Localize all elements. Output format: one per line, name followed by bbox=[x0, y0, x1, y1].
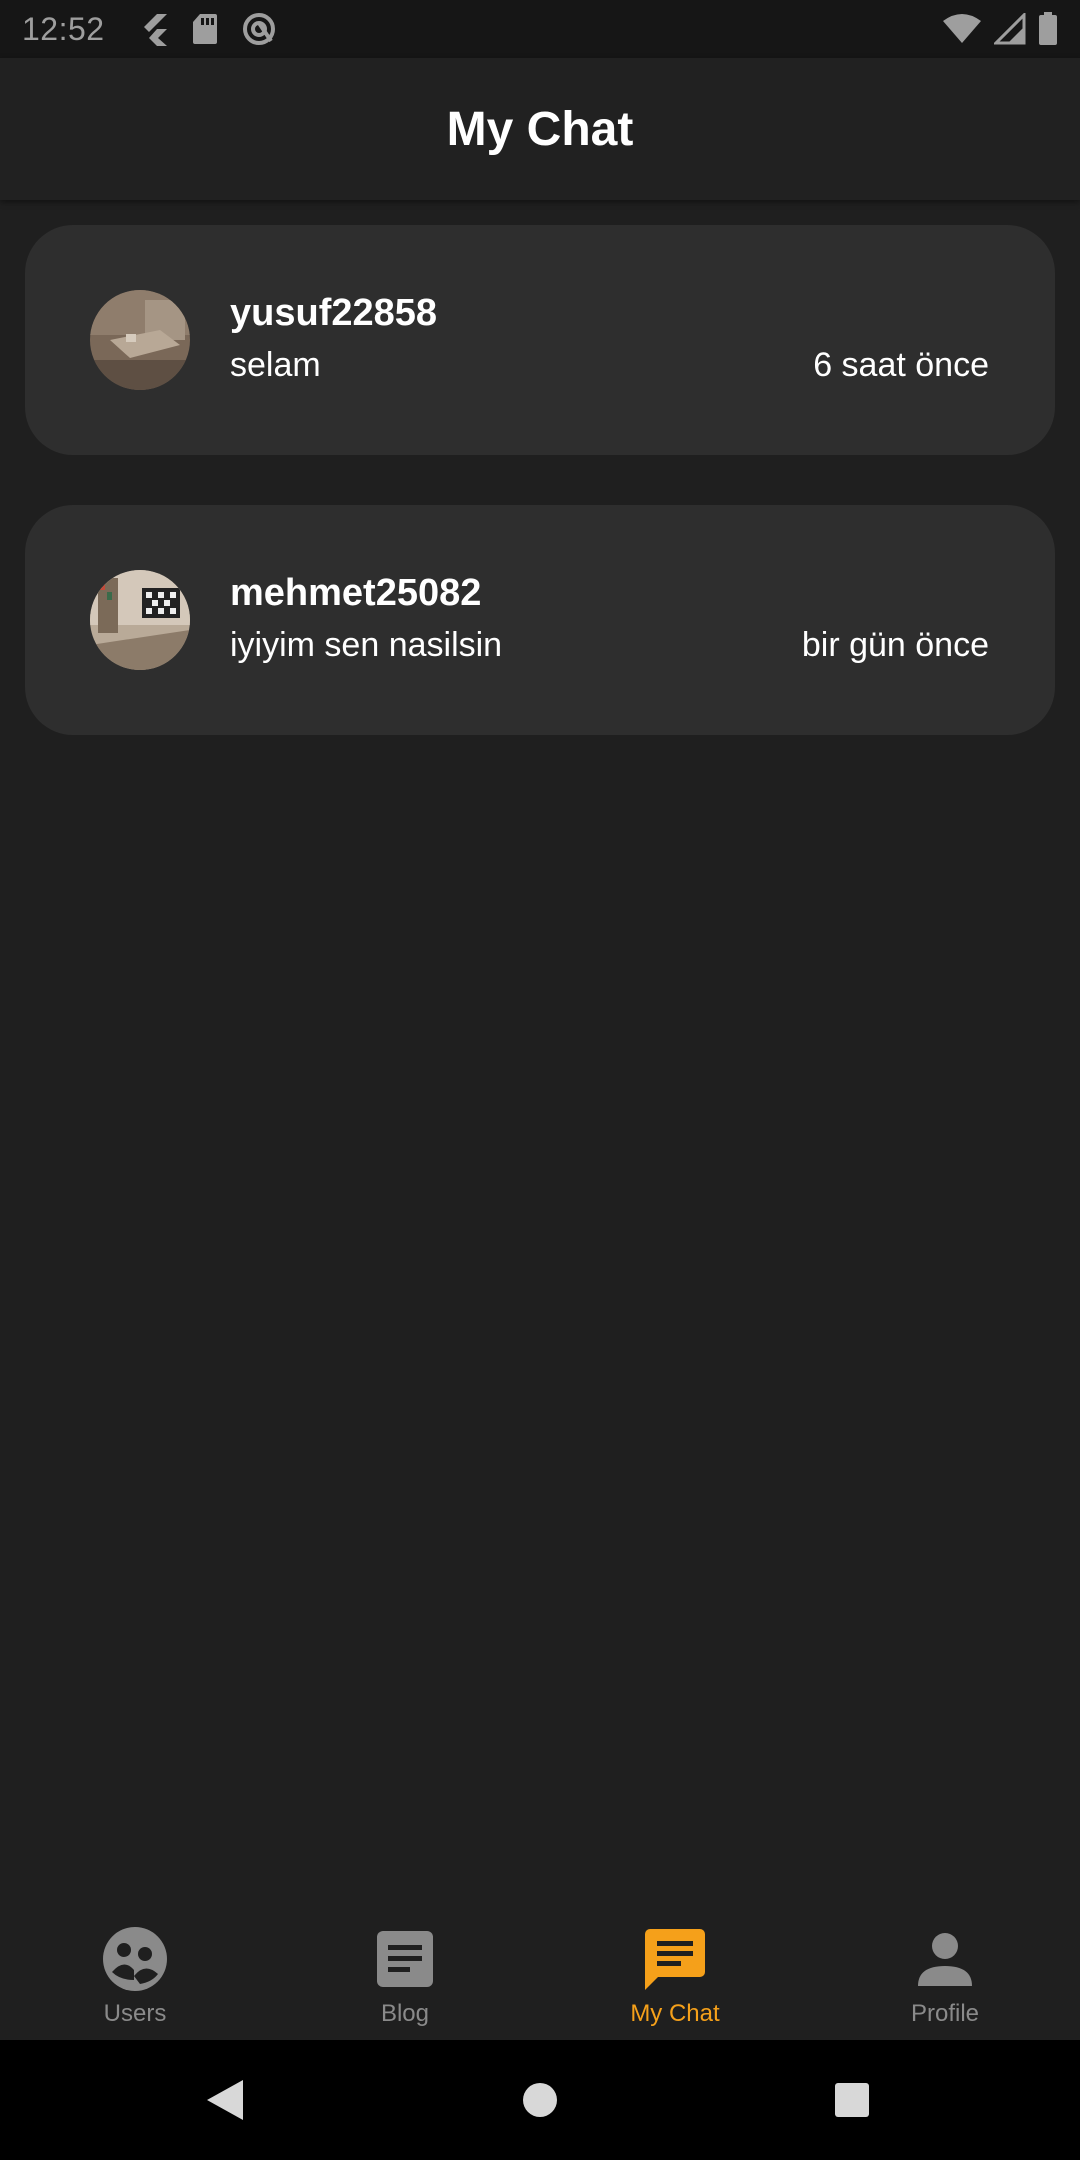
nav-label-users: Users bbox=[103, 2000, 167, 2027]
wifi-icon bbox=[942, 13, 982, 45]
flutter-icon bbox=[139, 12, 169, 46]
person-icon bbox=[912, 1926, 978, 1992]
users-icon bbox=[102, 1926, 168, 1992]
chat-icon bbox=[642, 1926, 708, 1992]
chat-list-item[interactable]: yusuf22858 selam 6 saat önce bbox=[25, 225, 1055, 455]
avatar bbox=[90, 290, 190, 390]
chat-username: yusuf22858 bbox=[230, 292, 438, 334]
chat-username: mehmet25082 bbox=[230, 572, 482, 614]
chat-last-message: iyiyim sen nasilsin bbox=[230, 626, 503, 664]
status-system-icons bbox=[942, 12, 1058, 46]
chat-last-message: selam bbox=[230, 346, 321, 384]
nav-label-blog: Blog bbox=[380, 2000, 430, 2027]
chat-list-item[interactable]: mehmet25082 iyiyim sen nasilsin bir gün … bbox=[25, 505, 1055, 735]
chat-timestamp: 6 saat önce bbox=[813, 346, 989, 384]
nav-item-my-chat[interactable]: My Chat bbox=[540, 1900, 810, 2040]
status-bar: 12:52 bbox=[0, 0, 1080, 58]
article-icon bbox=[372, 1926, 438, 1992]
status-notification-icons bbox=[139, 11, 277, 47]
nav-item-blog[interactable]: Blog bbox=[270, 1900, 540, 2040]
battery-icon bbox=[1038, 12, 1058, 46]
sd-card-icon bbox=[191, 12, 219, 46]
app-bar: My Chat bbox=[0, 58, 1080, 200]
bottom-navigation: Users Blog My Chat Profile bbox=[0, 1900, 1080, 2040]
chat-list: yusuf22858 selam 6 saat önce mehmet25082… bbox=[25, 225, 1055, 785]
sync-icon bbox=[241, 11, 277, 47]
screen: 12:52 My Chat yusuf22858 selam 6 saat ön… bbox=[0, 0, 1080, 2160]
nav-item-profile[interactable]: Profile bbox=[810, 1900, 1080, 2040]
chat-timestamp: bir gün önce bbox=[801, 626, 989, 664]
system-navigation-bar bbox=[0, 2040, 1080, 2160]
nav-item-users[interactable]: Users bbox=[0, 1900, 270, 2040]
nav-label-profile: Profile bbox=[910, 2000, 980, 2027]
recents-icon[interactable] bbox=[834, 2082, 870, 2123]
page-title: My Chat bbox=[446, 102, 634, 156]
cell-signal-icon bbox=[994, 13, 1026, 45]
nav-label-my-chat: My Chat bbox=[630, 2000, 720, 2027]
avatar bbox=[90, 570, 190, 670]
back-icon[interactable] bbox=[205, 2078, 245, 2127]
status-time: 12:52 bbox=[22, 10, 105, 47]
home-icon[interactable] bbox=[522, 2082, 558, 2123]
